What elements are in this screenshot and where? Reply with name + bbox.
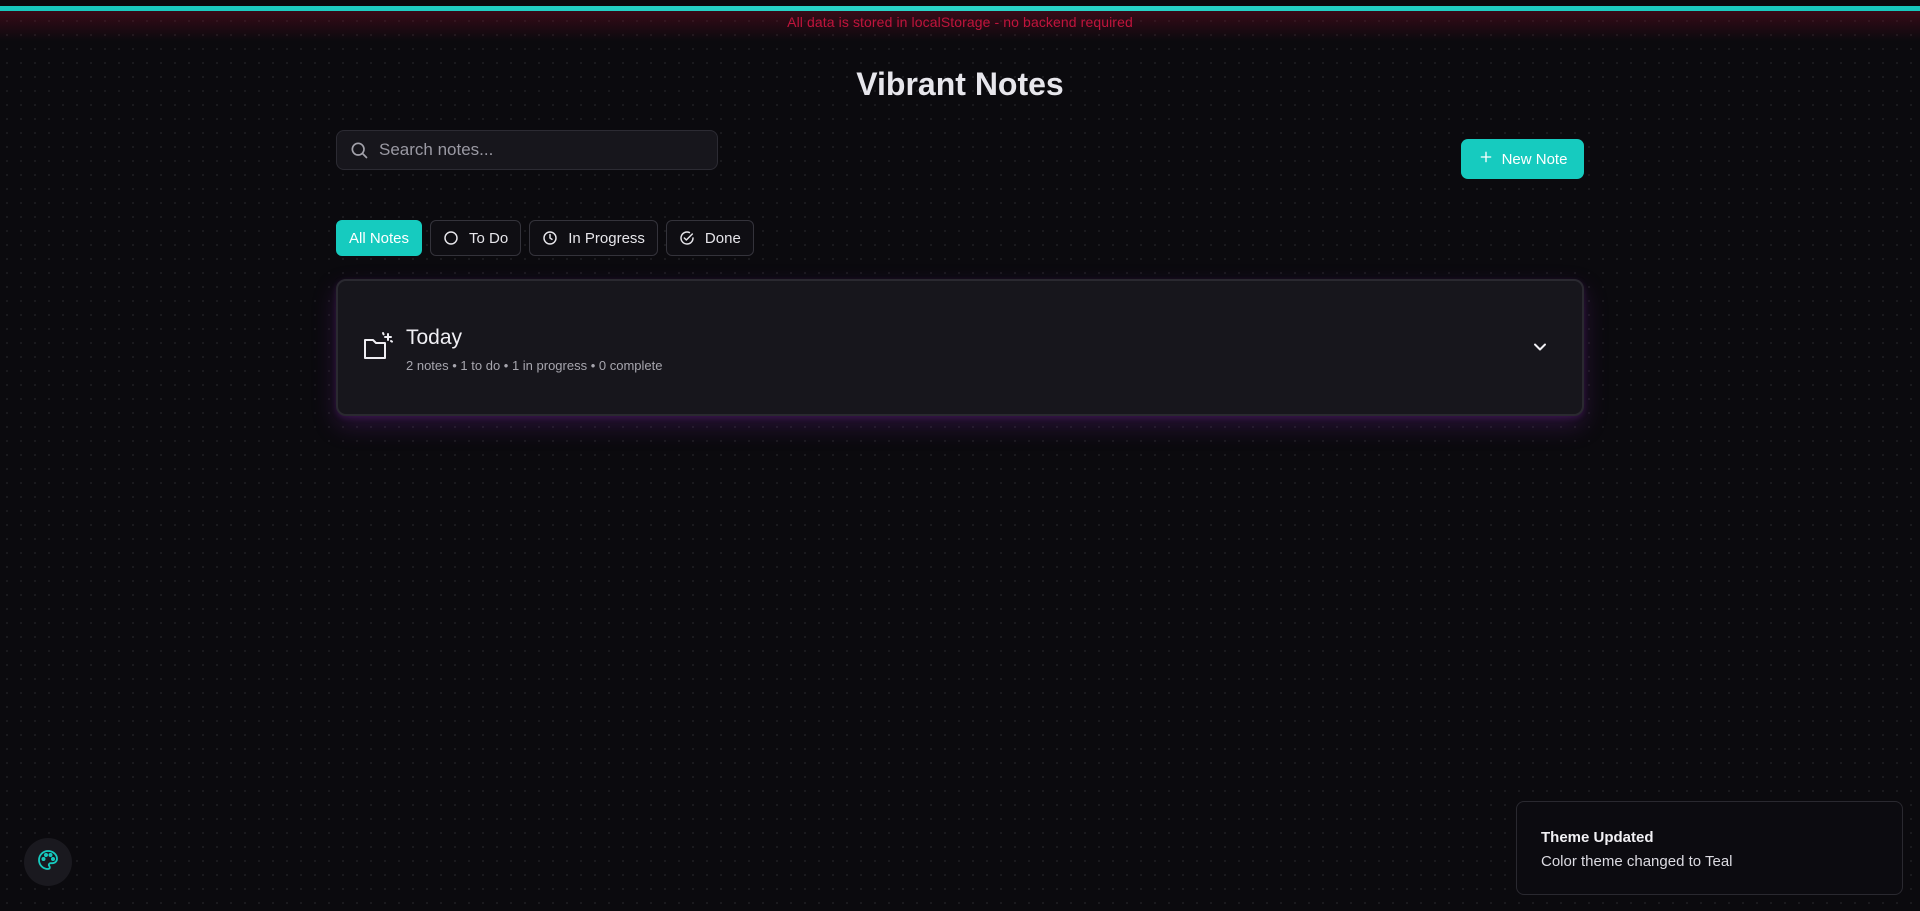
new-note-button[interactable]: New Note bbox=[1461, 139, 1584, 179]
chevron-down-icon[interactable] bbox=[1530, 337, 1550, 357]
new-note-label: New Note bbox=[1501, 150, 1568, 168]
plus-icon bbox=[1478, 149, 1494, 169]
filter-label: Done bbox=[704, 229, 741, 247]
page-title: Vibrant Notes bbox=[856, 66, 1064, 102]
theme-switcher-button[interactable] bbox=[24, 838, 72, 886]
toast-title: Theme Updated bbox=[1541, 829, 1654, 846]
note-group-today[interactable]: Today 2 notes • 1 to do • 1 in progress … bbox=[336, 279, 1584, 416]
filter-done[interactable]: Done bbox=[665, 220, 754, 256]
search-icon bbox=[349, 140, 369, 160]
search-bar[interactable] bbox=[336, 130, 718, 170]
clock-icon bbox=[542, 230, 558, 246]
group-title: Today bbox=[406, 326, 463, 349]
check-circle-icon bbox=[679, 230, 695, 246]
folder-sparkle-icon bbox=[362, 331, 394, 363]
filter-in-progress[interactable]: In Progress bbox=[529, 220, 658, 256]
filter-all-notes[interactable]: All Notes bbox=[336, 220, 423, 256]
toast-message: Color theme changed to Teal bbox=[1541, 853, 1733, 870]
status-filter-bar: All Notes To Do In Progress Done bbox=[336, 220, 754, 256]
group-summary: 2 notes • 1 to do • 1 in progress • 0 co… bbox=[406, 358, 663, 373]
toast-notification: Theme Updated Color theme changed to Tea… bbox=[1516, 801, 1903, 895]
filter-label: In Progress bbox=[568, 229, 645, 247]
palette-icon bbox=[36, 848, 60, 877]
search-input[interactable] bbox=[377, 139, 717, 161]
storage-notice: All data is stored in localStorage - no … bbox=[787, 14, 1133, 30]
filter-label: All Notes bbox=[349, 229, 410, 247]
filter-label: To Do bbox=[469, 229, 509, 247]
filter-to-do[interactable]: To Do bbox=[430, 220, 522, 256]
circle-icon bbox=[443, 230, 459, 246]
